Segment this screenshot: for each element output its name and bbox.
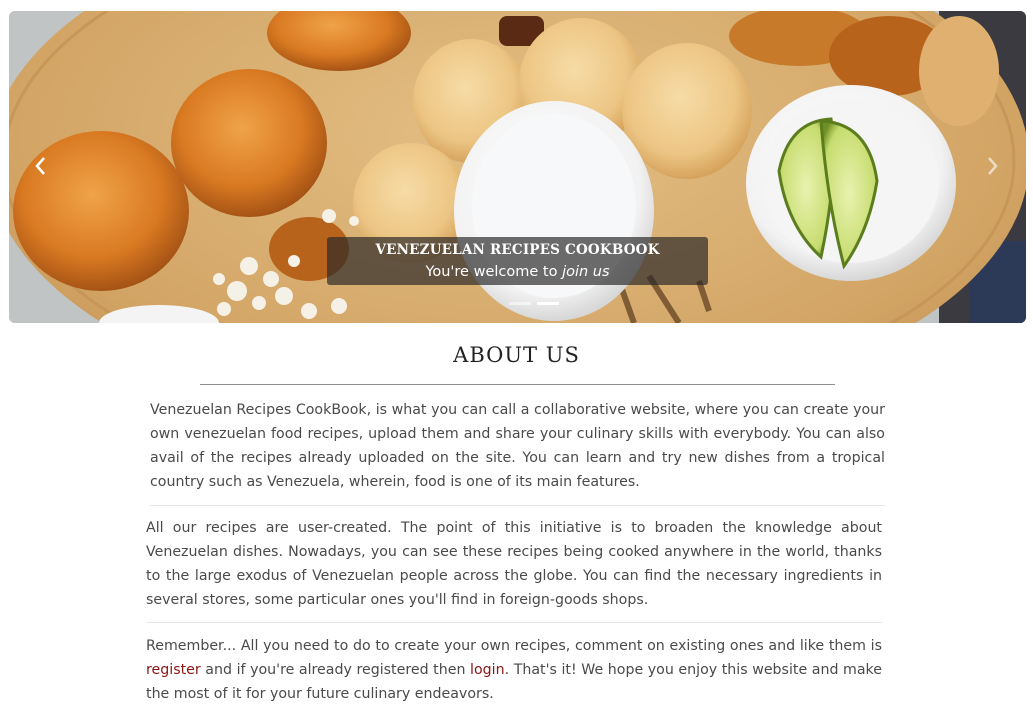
caption-subtitle-text: You're welcome to (425, 264, 563, 280)
carousel-caption: VENEZUELAN RECIPES COOKBOOK You're welco… (327, 237, 708, 285)
caption-subtitle: You're welcome to join us (327, 262, 708, 282)
title-divider (200, 384, 835, 385)
register-link[interactable]: register (146, 662, 201, 678)
paragraph-3-text: and if you're already registered then (200, 662, 471, 678)
paragraph-divider (146, 622, 882, 623)
page: VENEZUELAN RECIPES COOKBOOK You're welco… (0, 0, 1033, 707)
carousel-prev-button[interactable] (25, 151, 55, 181)
carousel-indicator-2[interactable] (537, 302, 559, 305)
chevron-right-icon (988, 157, 998, 175)
paragraph-3-text: Remember... All you need to do to create… (146, 638, 882, 654)
carousel-next-button[interactable] (978, 151, 1008, 181)
caption-title: VENEZUELAN RECIPES COOKBOOK (375, 242, 660, 258)
about-title: ABOUT US (453, 343, 580, 367)
carousel-indicator-1[interactable] (509, 302, 531, 305)
login-link[interactable]: login (470, 662, 505, 678)
about-paragraph-2: All our recipes are user-created. The po… (146, 520, 882, 608)
hero-carousel: VENEZUELAN RECIPES COOKBOOK You're welco… (9, 11, 1026, 323)
chevron-left-icon (35, 157, 45, 175)
caption-subtitle-emphasis: join us (562, 264, 610, 280)
about-paragraph-3: Remember... All you need to do to create… (146, 634, 882, 706)
paragraph-divider (150, 505, 885, 506)
carousel-indicators (509, 302, 559, 305)
about-paragraph-1: Venezuelan Recipes CookBook, is what you… (150, 402, 885, 490)
